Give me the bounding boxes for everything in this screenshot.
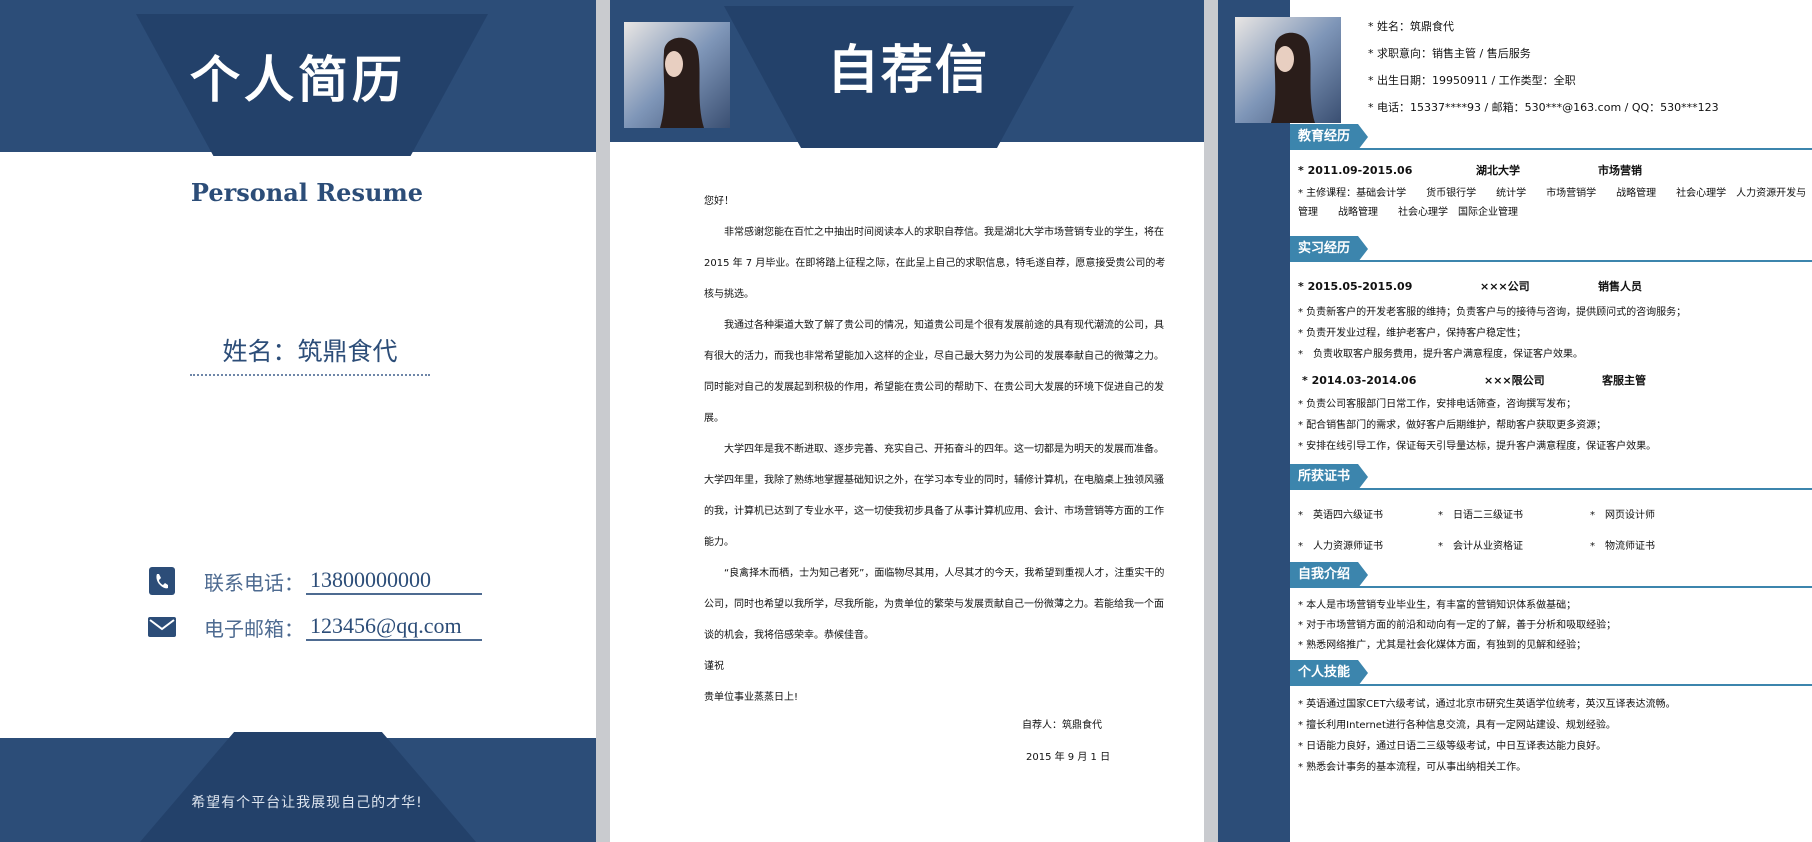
self-intro-item: * 本人是市场营销专业毕业生，有丰富的营销知识体系做基础； [1298, 600, 1577, 611]
duty-item: * 配合销售部门的需求，做好客户后期维护，帮助客户获取更多资源； [1298, 420, 1607, 431]
mail-icon [148, 613, 176, 641]
letter-paragraph: “良禽择木而栖，士为知己者死”，面临物尽其用，人尽其才的今天，我希望到重视人才，… [704, 568, 1165, 641]
job-period: * 2014.03-2014.06 [1302, 374, 1417, 387]
certificate-item: * 英语四六级证书 [1298, 510, 1383, 521]
self-intro-item: * 熟悉网络推广，尤其是社会化媒体方面，有独到的见解和经验； [1298, 640, 1587, 651]
letter-body: 您好！ 非常感谢您能在百忙之中抽出时间阅读本人的求职自荐信。我是湖北大学市场营销… [704, 186, 1166, 713]
job-role: 客服主管 [1602, 374, 1646, 387]
resume-detail-page: * 姓名：筑鼎食代 * 求职意向：销售主管 / 售后服务 * 出生日期：1995… [1218, 0, 1812, 842]
job-role: 销售人员 [1598, 280, 1642, 293]
name-underline [190, 374, 430, 376]
skill-item: * 熟悉会计事务的基本流程，可从事出纳相关工作。 [1298, 762, 1527, 773]
skills-list: * 英语通过国家CET六级考试，通过北京市研究生英语学位统考，英汉互译表达流畅。… [1298, 694, 1808, 778]
job-entry: * 2014.03-2014.06 ×××限公司 客服主管 [1302, 372, 1646, 388]
self-intro-item: * 对于市场营销方面的前沿和动向有一定的了解，善于分析和吸取经验； [1298, 620, 1617, 631]
email-value: 123456@qq.com [306, 613, 482, 641]
letter-paragraph: 我通过各种渠道大致了解了贵公司的情况，知道贵公司是个很有发展前途的具有现代潮流的… [704, 320, 1164, 424]
duty-item: * 负责公司客服部门日常工作，安排电话筛查，咨询撰写发布； [1298, 399, 1577, 410]
letter-paragraph: 非常感谢您能在百忙之中抽出时间阅读本人的求职自荐信。我是湖北大学市场营销专业的学… [704, 227, 1166, 300]
certificate-item: * 网页设计师 [1590, 510, 1655, 521]
education-entry: * 2011.09-2015.06 湖北大学 市场营销 [1298, 162, 1642, 178]
skill-item: * 英语通过国家CET六级考试，通过北京市研究生英语学位统考，英汉互译表达流畅。 [1298, 699, 1676, 710]
info-line: * 求职意向：销售主管 / 售后服务 [1368, 47, 1531, 60]
certificate-item: * 日语二三级证书 [1438, 510, 1523, 521]
edu-period: * 2011.09-2015.06 [1298, 164, 1413, 177]
letter-closing: 贵单位事业蒸蒸日上! [704, 692, 799, 703]
resume-cover-page: 个人简历 Personal Resume 姓名：筑鼎食代 联系电话： 13800… [0, 0, 596, 842]
section-skills-heading: 个人技能 [1290, 660, 1369, 686]
section-self-intro-heading: 自我介绍 [1290, 562, 1369, 588]
email-row: 电子邮箱： 123456@qq.com [148, 612, 482, 642]
job-entry: * 2015.05-2015.09 ×××公司 销售人员 [1298, 278, 1642, 294]
certificate-item: * 人力资源师证书 [1298, 541, 1383, 552]
phone-label: 联系电话： [204, 570, 304, 595]
letter-date: 2015 年 9 月 1 日 [1026, 752, 1111, 763]
letter-signer: 自荐人：筑鼎食代 [1022, 720, 1102, 731]
job-period: * 2015.05-2015.09 [1298, 280, 1413, 293]
skill-item: * 擅长利用Internet进行各种信息交流，具有一定网站建设、规划经验。 [1298, 720, 1616, 731]
info-line: * 电话：15337****93 / 邮箱：530***@163.com / Q… [1368, 101, 1719, 114]
email-label: 电子邮箱： [204, 616, 304, 641]
duty-item: * 负责开发业过程，维护老客户，保持客户稳定性； [1298, 328, 1527, 339]
cover-name: 姓名：筑鼎食代 [222, 337, 398, 366]
cover-subtitle: Personal Resume [190, 178, 424, 207]
personal-info: * 姓名：筑鼎食代 * 求职意向：销售主管 / 售后服务 * 出生日期：1995… [1368, 18, 1719, 126]
info-line: * 姓名：筑鼎食代 [1368, 20, 1454, 33]
job-duties: * 负责新客户的开发老客服的维持；负责客户与的接待与咨询，提供顾问式的咨询服务；… [1298, 302, 1808, 365]
cover-slogan: 希望有个平台让我展现自己的才华! [191, 795, 423, 811]
profile-photo [1235, 17, 1341, 124]
section-divider [1290, 586, 1812, 588]
resume-sidebar [1218, 0, 1290, 842]
phone-icon [148, 567, 176, 595]
duty-item: * 安排在线引导工作，保证每天引导量达标，提升客户满意程度，保证客户效果。 [1298, 441, 1657, 452]
phone-value: 13800000000 [306, 567, 482, 595]
job-company: ×××公司 [1480, 280, 1530, 293]
section-education-heading: 教育经历 [1290, 124, 1369, 150]
cover-title: 个人简历 [190, 51, 406, 109]
skill-item: * 日语能力良好，通过日语二三级等级考试，中日互译表达能力良好。 [1298, 741, 1607, 752]
job-company: ×××限公司 [1484, 374, 1545, 387]
duty-item: * 负责收取客户服务费用，提升客户满意程度，保证客户效果。 [1298, 349, 1583, 360]
section-divider [1290, 148, 1812, 150]
self-intro-list: * 本人是市场营销专业毕业生，有丰富的营销知识体系做基础； * 对于市场营销方面… [1298, 596, 1808, 656]
certificate-item: * 物流师证书 [1590, 541, 1655, 552]
info-line: * 出生日期：19950911 / 工作类型：全职 [1368, 74, 1576, 87]
phone-row: 联系电话： 13800000000 [148, 566, 482, 596]
letter-paragraph: 大学四年是我不断进取、逐步完善、充实自己、开拓奋斗的四年。这一切都是为明天的发展… [704, 444, 1164, 548]
section-divider [1290, 684, 1812, 686]
job-duties: * 负责公司客服部门日常工作，安排电话筛查，咨询撰写发布； * 配合销售部门的需… [1298, 394, 1808, 457]
letter-title: 自荐信 [826, 41, 989, 101]
edu-major: 市场营销 [1598, 164, 1642, 177]
section-divider [1290, 260, 1812, 262]
edu-courses: * 主修课程：基础会计学 货币银行学 统计学 市场营销学 战略管理 社会心理学 … [1298, 188, 1807, 218]
letter-closing: 谨祝 [704, 661, 724, 672]
edu-school: 湖北大学 [1476, 164, 1520, 177]
section-certificates-heading: 所获证书 [1290, 464, 1369, 490]
section-divider [1290, 488, 1812, 490]
letter-greeting: 您好！ [704, 196, 734, 207]
cover-letter-page: 自荐信 您好！ 非常感谢您能在百忙之中抽出时间阅读本人的求职自荐信。我是湖北大学… [610, 0, 1204, 842]
section-internship-heading: 实习经历 [1290, 236, 1369, 262]
duty-item: * 负责新客户的开发老客服的维持；负责客户与的接待与咨询，提供顾问式的咨询服务； [1298, 307, 1687, 318]
certificate-item: * 会计从业资格证 [1438, 541, 1523, 552]
